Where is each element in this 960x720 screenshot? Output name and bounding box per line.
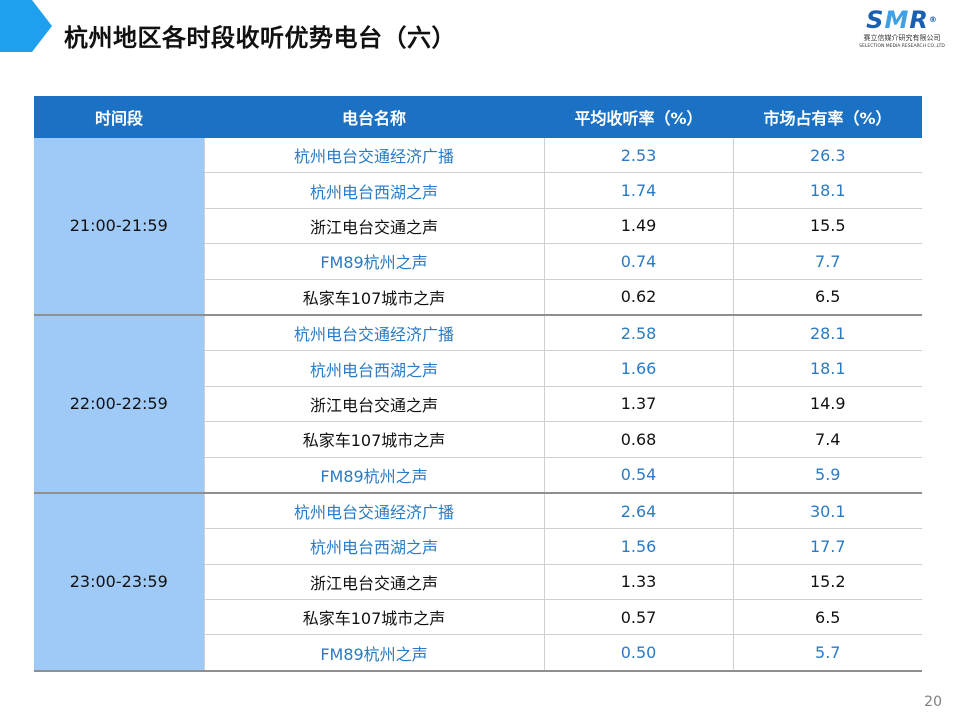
- rating-cell: 0.57: [544, 599, 734, 636]
- rating-cell: 0.74: [544, 243, 734, 280]
- share-cell: 26.3: [733, 138, 922, 174]
- rating-cell: 0.54: [544, 457, 734, 494]
- station-ratings-table: 时间段 电台名称 平均收听率（%） 市场占有率（%） 21:00-21:59 杭州…: [34, 96, 922, 672]
- company-logo: SMR® 赛立信媒介研究有限公司 SELECTION MEDIA RESEARC…: [854, 6, 950, 52]
- rating-cell: 1.37: [544, 386, 734, 423]
- share-cell: 17.7: [733, 528, 922, 565]
- station-cell: 杭州电台交通经济广播: [204, 492, 545, 530]
- station-cell: 私家车107城市之声: [204, 421, 545, 458]
- share-cell: 28.1: [733, 314, 922, 352]
- rating-cell: 1.49: [544, 208, 734, 245]
- table-body: 21:00-21:59 杭州电台交通经济广播 2.53 26.3 杭州电台西湖之声 1.7…: [34, 138, 922, 672]
- table-row: 23:00-23:59 杭州电台交通经济广播 2.64 30.1: [34, 492, 922, 672]
- rating-cell: 1.33: [544, 564, 734, 601]
- logo-company-cn: 赛立信媒介研究有限公司: [863, 34, 941, 42]
- header-period: 时间段: [34, 96, 204, 138]
- station-cell: 杭州电台西湖之声: [204, 528, 545, 565]
- share-cell: 15.5: [733, 208, 922, 245]
- header-rating: 平均收听率（%）: [544, 96, 733, 138]
- table-row: 21:00-21:59 杭州电台交通经济广播 2.53 26.3: [34, 138, 922, 316]
- share-cell: 18.1: [733, 350, 922, 387]
- rating-cell: 0.68: [544, 421, 734, 458]
- rating-cell: 1.74: [544, 172, 734, 209]
- share-cell: 14.9: [733, 386, 922, 423]
- rating-cell: 2.53: [544, 138, 734, 174]
- station-cell: 杭州电台交通经济广播: [204, 138, 545, 174]
- share-cell: 30.1: [733, 492, 922, 530]
- rating-cell: 0.62: [544, 279, 734, 316]
- station-cell: 私家车107城市之声: [204, 599, 545, 636]
- rating-cell: 2.64: [544, 492, 734, 530]
- rating-cell: 1.66: [544, 350, 734, 387]
- rating-cell: 2.58: [544, 314, 734, 352]
- table-row: 22:00-22:59 杭州电台交通经济广播 2.58 28.1: [34, 314, 922, 494]
- station-cell: 杭州电台西湖之声: [204, 350, 545, 387]
- share-cell: 15.2: [733, 564, 922, 601]
- station-cell: 杭州电台西湖之声: [204, 172, 545, 209]
- station-cell: 杭州电台交通经济广播: [204, 314, 545, 352]
- share-cell: 5.7: [733, 634, 922, 672]
- station-cell: 浙江电台交通之声: [204, 208, 545, 245]
- logo-company-en: SELECTION MEDIA RESEARCH CO.,LTD: [859, 44, 945, 49]
- rating-cell: 0.50: [544, 634, 734, 672]
- station-cell: FM89杭州之声: [204, 634, 545, 672]
- header-station: 电台名称: [204, 96, 544, 138]
- rating-cell: 1.56: [544, 528, 734, 565]
- share-cell: 18.1: [733, 172, 922, 209]
- station-cell: 私家车107城市之声: [204, 279, 545, 316]
- period-cell: 21:00-21:59: [34, 138, 205, 316]
- station-cell: 浙江电台交通之声: [204, 386, 545, 423]
- share-cell: 7.7: [733, 243, 922, 280]
- share-cell: 6.5: [733, 599, 922, 636]
- period-cell: 22:00-22:59: [34, 314, 205, 494]
- logo-mark: SMR®: [866, 6, 938, 34]
- share-cell: 6.5: [733, 279, 922, 316]
- page-number: 20: [924, 694, 942, 710]
- period-cell: 23:00-23:59: [34, 492, 205, 672]
- station-cell: FM89杭州之声: [204, 243, 545, 280]
- header-share: 市场占有率（%）: [733, 96, 922, 138]
- corner-accent-shape: [0, 0, 52, 52]
- station-cell: FM89杭州之声: [204, 457, 545, 494]
- share-cell: 5.9: [733, 457, 922, 494]
- table-header-row: 时间段 电台名称 平均收听率（%） 市场占有率（%）: [34, 96, 922, 138]
- page-title: 杭州地区各时段收听优势电台（六）: [64, 24, 456, 52]
- station-cell: 浙江电台交通之声: [204, 564, 545, 601]
- share-cell: 7.4: [733, 421, 922, 458]
